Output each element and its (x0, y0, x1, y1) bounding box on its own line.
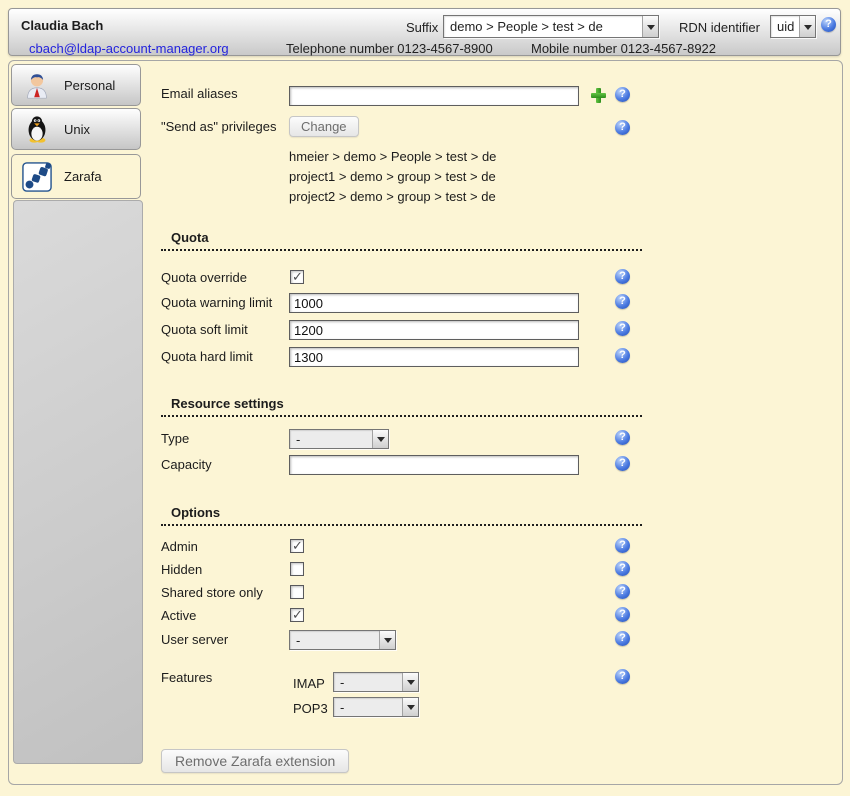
help-icon[interactable]: ? (615, 631, 630, 646)
type-select[interactable]: - (289, 429, 389, 449)
user-server-select[interactable]: - (289, 630, 396, 650)
tab-zarafa[interactable]: Zarafa (11, 154, 141, 199)
user-server-select-value: - (296, 633, 300, 648)
sidebar-panel (13, 200, 143, 764)
suffix-select[interactable]: demo > People > test > de (443, 15, 659, 38)
shared-store-only-label: Shared store only (161, 585, 263, 600)
help-icon[interactable]: ? (615, 321, 630, 336)
quota-hard-input[interactable] (289, 347, 579, 367)
change-button[interactable]: Change (289, 116, 359, 137)
email-aliases-input[interactable] (289, 86, 579, 106)
active-label: Active (161, 608, 196, 623)
imap-select[interactable]: - (333, 672, 419, 692)
pop3-label: POP3 (293, 701, 328, 716)
tab-label: Unix (64, 122, 90, 137)
resource-section-title: Resource settings (171, 396, 284, 411)
chevron-down-icon (799, 16, 815, 37)
help-icon[interactable]: ? (615, 430, 630, 445)
quota-hard-label: Quota hard limit (161, 349, 253, 364)
quota-override-label: Quota override (161, 270, 247, 285)
admin-checkbox[interactable] (290, 539, 304, 553)
help-icon[interactable]: ? (615, 538, 630, 553)
tab-label: Personal (64, 78, 115, 93)
help-icon[interactable]: ? (615, 669, 630, 684)
section-divider (161, 249, 642, 251)
page: { "colors": { "page_bg": "#fcf5d5", "lin… (0, 0, 850, 796)
help-icon[interactable]: ? (615, 120, 630, 135)
rdn-identifier-select[interactable]: uid (770, 15, 816, 38)
capacity-label: Capacity (161, 457, 212, 472)
options-section-title: Options (171, 505, 220, 520)
hidden-label: Hidden (161, 562, 202, 577)
imap-select-value: - (340, 675, 344, 690)
section-divider (161, 524, 642, 526)
chevron-down-icon (379, 631, 395, 649)
features-label: Features (161, 670, 212, 685)
help-icon[interactable]: ? (615, 348, 630, 363)
tab-label: Zarafa (64, 169, 102, 184)
person-icon (22, 70, 52, 100)
send-as-label: "Send as" privileges (161, 119, 276, 134)
chevron-down-icon (402, 698, 418, 716)
capacity-input[interactable] (289, 455, 579, 475)
admin-label: Admin (161, 539, 198, 554)
shared-store-only-checkbox[interactable] (290, 585, 304, 599)
account-header: Claudia Bach Suffix demo > People > test… (8, 8, 841, 56)
active-checkbox[interactable] (290, 608, 304, 622)
help-icon[interactable]: ? (615, 294, 630, 309)
help-icon[interactable]: ? (821, 17, 836, 32)
suffix-select-value: demo > People > test > de (450, 19, 603, 34)
quota-warning-label: Quota warning limit (161, 295, 272, 310)
email-link[interactable]: cbach@ldap-account-manager.org (29, 41, 229, 56)
mobile-number: Mobile number 0123-4567-8922 (531, 41, 716, 56)
tab-personal[interactable]: Personal (11, 64, 141, 106)
help-icon[interactable]: ? (615, 87, 630, 102)
help-icon[interactable]: ? (615, 607, 630, 622)
telephone-number: Telephone number 0123-4567-8900 (286, 41, 493, 56)
tab-content-area: Personal Unix Zarafa Email aliases ? (8, 60, 843, 785)
quota-override-checkbox[interactable] (290, 270, 304, 284)
rdn-select-value: uid (777, 19, 794, 34)
tux-icon (22, 114, 52, 144)
send-as-entry: hmeier > demo > People > test > de (289, 149, 496, 164)
send-as-entry: project2 > demo > group > test > de (289, 189, 496, 204)
add-icon[interactable] (591, 88, 606, 103)
suffix-label: Suffix (406, 20, 438, 35)
type-label: Type (161, 431, 189, 446)
email-aliases-label: Email aliases (161, 86, 238, 101)
tab-unix[interactable]: Unix (11, 108, 141, 150)
rdn-identifier-label: RDN identifier (679, 20, 760, 35)
chevron-down-icon (642, 16, 658, 37)
imap-label: IMAP (293, 676, 325, 691)
help-icon[interactable]: ? (615, 584, 630, 599)
help-icon[interactable]: ? (615, 561, 630, 576)
user-server-label: User server (161, 632, 228, 647)
section-divider (161, 415, 642, 417)
chevron-down-icon (402, 673, 418, 691)
help-icon[interactable]: ? (615, 269, 630, 284)
quota-soft-label: Quota soft limit (161, 322, 248, 337)
account-name: Claudia Bach (21, 18, 103, 33)
quota-warning-input[interactable] (289, 293, 579, 313)
quota-soft-input[interactable] (289, 320, 579, 340)
hidden-checkbox[interactable] (290, 562, 304, 576)
chevron-down-icon (372, 430, 388, 448)
quota-section-title: Quota (171, 230, 209, 245)
zarafa-icon (22, 162, 52, 192)
help-icon[interactable]: ? (615, 456, 630, 471)
send-as-entry: project1 > demo > group > test > de (289, 169, 496, 184)
pop3-select[interactable]: - (333, 697, 419, 717)
remove-zarafa-extension-button[interactable]: Remove Zarafa extension (161, 749, 349, 773)
pop3-select-value: - (340, 700, 344, 715)
type-select-value: - (296, 432, 300, 447)
